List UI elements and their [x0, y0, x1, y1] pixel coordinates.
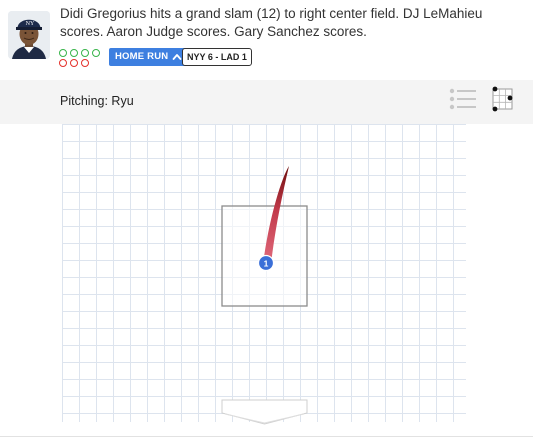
play-description: Didi Gregorius hits a grand slam (12) to… [60, 6, 483, 39]
strike-zone-chart: 1 [62, 124, 466, 425]
pitch-number: 1 [264, 258, 269, 268]
play-header: NY Didi Gregorius hits a grand slam (12)… [0, 0, 533, 80]
pitcher-label: Pitching: Ryu [60, 94, 134, 108]
player-avatar: NY [8, 11, 50, 59]
out-dot-icon [70, 59, 78, 67]
bottom-divider [0, 436, 533, 437]
result-badge-label: HOME RUN [115, 51, 169, 62]
player-headshot-icon: NY [8, 11, 50, 59]
out-dot-icon [81, 59, 89, 67]
out-dot-icon [70, 49, 78, 57]
out-dot-icon [59, 49, 67, 57]
out-dot-icon [92, 49, 100, 57]
score-badge: NYY 6 - LAD 1 [182, 48, 252, 66]
strike-zone-view-button[interactable] [491, 85, 514, 113]
out-dot-icon [81, 49, 89, 57]
out-dot-icon [59, 59, 67, 67]
pitch-marker[interactable]: 1 [257, 254, 275, 272]
outs-indicator [59, 49, 103, 69]
list-icon [449, 88, 476, 110]
result-badge[interactable]: HOME RUN [109, 48, 189, 66]
pitching-bar: Pitching: Ryu [0, 80, 533, 124]
pitch-location-grid: 1 [62, 124, 466, 432]
list-view-button[interactable] [449, 87, 477, 113]
strike-zone-icon [492, 86, 513, 112]
expand-tab[interactable] [221, 399, 308, 425]
cap-logo-text: NY [26, 21, 35, 27]
chevron-up-icon [172, 54, 182, 60]
